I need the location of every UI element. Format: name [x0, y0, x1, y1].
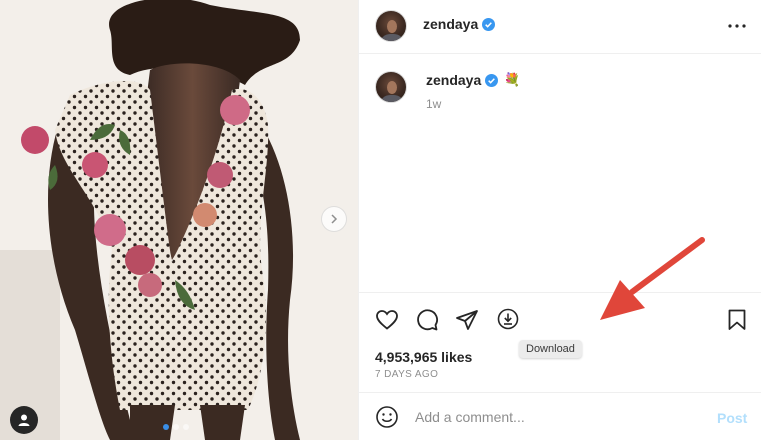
verified-badge-icon — [485, 73, 499, 87]
avatar[interactable] — [375, 10, 407, 42]
chevron-right-icon — [331, 214, 338, 224]
heart-icon — [376, 310, 398, 330]
next-photo-button[interactable] — [321, 206, 347, 232]
comment-bubble-icon — [417, 309, 438, 331]
download-tooltip: Download — [519, 340, 582, 358]
verified-badge-icon — [482, 17, 496, 31]
paper-plane-icon — [456, 310, 478, 330]
caption-username[interactable]: zendaya 💐 — [426, 72, 520, 88]
post-photo — [0, 0, 358, 440]
post-media[interactable] — [0, 0, 358, 440]
comment-input[interactable] — [415, 407, 705, 427]
post-header: zendaya — [359, 0, 761, 54]
carousel-dot-active — [163, 424, 169, 430]
more-horizontal-icon — [728, 24, 746, 28]
save-button[interactable] — [725, 308, 749, 332]
caption-text: 💐 — [504, 72, 521, 87]
carousel-dot — [183, 424, 189, 430]
username-text: zendaya — [423, 16, 479, 32]
likes-count[interactable]: 4,953,965 likes — [375, 349, 472, 365]
like-button[interactable] — [375, 308, 399, 332]
post-date[interactable]: 7 DAYS AGO — [375, 369, 438, 380]
smiley-icon — [376, 406, 398, 428]
more-options-button[interactable] — [725, 14, 749, 38]
share-button[interactable] — [455, 308, 479, 332]
bookmark-icon — [728, 309, 746, 330]
download-button[interactable] — [496, 307, 520, 331]
emoji-button[interactable] — [375, 405, 399, 429]
add-comment-bar: Post — [359, 392, 761, 440]
tagged-users-button[interactable] — [10, 406, 38, 434]
carousel-dot — [173, 424, 179, 430]
download-icon — [497, 308, 519, 330]
caption-time: 1w — [426, 97, 442, 111]
annotation-arrow — [600, 237, 705, 320]
caption-avatar[interactable] — [375, 71, 407, 103]
post-side-panel: zendaya zendaya 💐 1w Download 4,953,965 … — [358, 0, 761, 440]
carousel-indicators — [163, 424, 189, 430]
post-comment-button[interactable]: Post — [717, 410, 747, 426]
comment-button[interactable] — [415, 308, 439, 332]
header-username[interactable]: zendaya — [423, 16, 496, 32]
caption-username-text: zendaya — [426, 72, 482, 88]
user-icon — [18, 414, 30, 426]
